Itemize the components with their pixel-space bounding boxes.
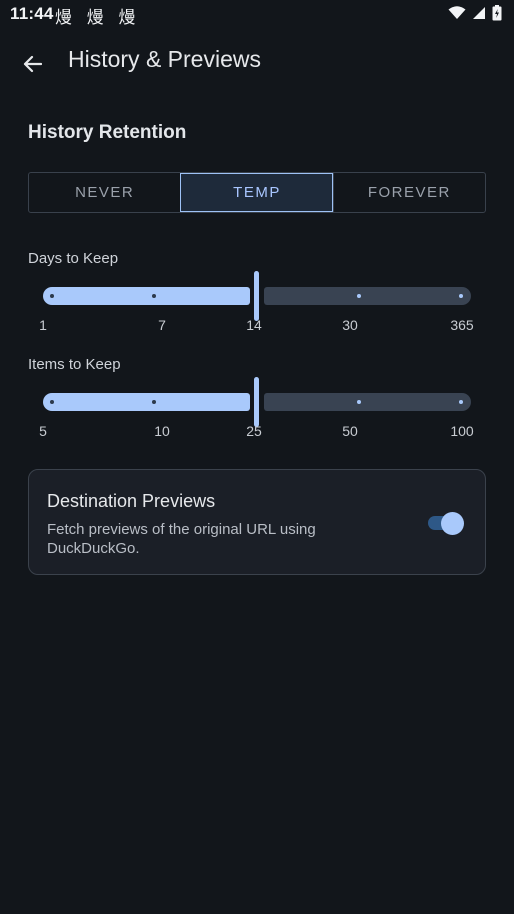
history-retention-title: History Retention	[28, 122, 187, 143]
tick-label: 1	[39, 317, 47, 333]
slider-inactive-track	[264, 393, 471, 411]
destination-previews-card[interactable]: Destination Previews Fetch previews of t…	[28, 469, 486, 575]
items-to-keep-label: Items to Keep	[28, 356, 121, 373]
slider-tick	[152, 294, 156, 298]
segment-temp[interactable]: TEMP	[180, 173, 333, 212]
tick-label: 100	[450, 423, 474, 439]
slider-thumb[interactable]	[254, 271, 259, 321]
slider-thumb[interactable]	[254, 377, 259, 427]
app-bar: History & Previews	[0, 28, 514, 94]
slider-tick	[152, 400, 156, 404]
slider-active-track	[43, 393, 250, 411]
slider-tick	[459, 400, 463, 404]
items-tick-labels: 5 10 25 50 100	[28, 423, 488, 441]
slider-inactive-track	[264, 287, 471, 305]
tick-label: 7	[158, 317, 166, 333]
slider-tick	[357, 294, 361, 298]
segment-never[interactable]: NEVER	[29, 173, 180, 212]
status-icons	[448, 5, 502, 21]
wifi-icon	[448, 6, 466, 19]
back-button[interactable]	[14, 48, 50, 80]
days-tick-labels: 1 7 14 30 365	[28, 317, 488, 335]
tick-label: 25	[246, 423, 262, 439]
destination-previews-description: Fetch previews of the original URL using…	[47, 521, 316, 557]
segment-forever[interactable]: FOREVER	[332, 173, 485, 212]
slider-tick	[459, 294, 463, 298]
slider-tick	[50, 294, 54, 298]
notification-glyphs: 熳 熳 熳	[55, 8, 141, 27]
tick-label: 5	[39, 423, 47, 439]
tick-label: 14	[246, 317, 262, 333]
tick-label: 30	[342, 317, 358, 333]
days-to-keep-label: Days to Keep	[28, 250, 119, 267]
cell-signal-icon	[473, 7, 485, 19]
toggle-thumb	[441, 512, 464, 535]
slider-tick	[357, 400, 361, 404]
days-to-keep-slider[interactable]	[43, 271, 471, 321]
status-bar: 11:44 熳 熳 熳	[0, 0, 514, 28]
destination-previews-toggle[interactable]	[427, 512, 467, 536]
slider-active-track	[43, 287, 250, 305]
tick-label: 50	[342, 423, 358, 439]
tick-label: 10	[154, 423, 170, 439]
page-title: History & Previews	[68, 46, 261, 72]
battery-icon	[492, 5, 502, 21]
retention-segmented-control: NEVER TEMP FOREVER	[28, 172, 486, 213]
destination-previews-title: Destination Previews	[47, 491, 216, 511]
items-to-keep-slider[interactable]	[43, 377, 471, 427]
arrow-left-icon	[23, 55, 42, 73]
status-time: 11:44	[10, 4, 54, 23]
tick-label: 365	[450, 317, 474, 333]
slider-tick	[50, 400, 54, 404]
